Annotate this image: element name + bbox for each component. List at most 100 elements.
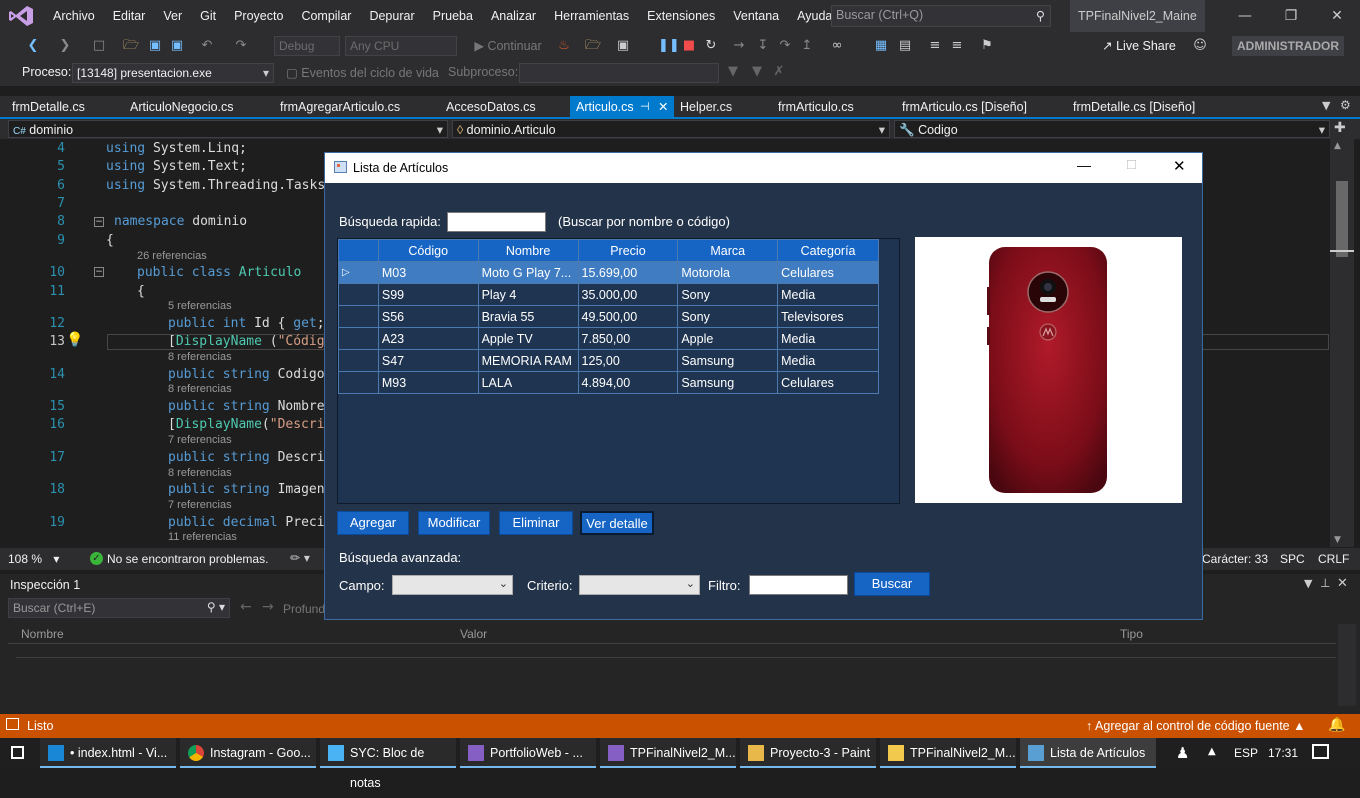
menu-item-herramientas[interactable]: Herramientas [545, 9, 638, 23]
step-into-icon[interactable]: ↧ [754, 32, 772, 60]
taskbar-item-tpfinal-2[interactable]: TPFinalNivel2_M... [880, 738, 1016, 768]
tab-list-icon[interactable]: ▼ [1322, 99, 1330, 112]
tab-frmdetalle[interactable]: frmDetalle.cs [6, 96, 91, 118]
modify-button[interactable]: Modificar [418, 511, 490, 535]
taskbar-item-vscode[interactable]: • index.html - Vi... [40, 738, 176, 768]
menu-item-depurar[interactable]: Depurar [360, 9, 423, 23]
pin-icon[interactable]: ⊣ [640, 96, 650, 118]
menu-item-proyecto[interactable]: Proyecto [225, 9, 292, 23]
save-icon[interactable]: ▣ [146, 32, 164, 60]
search-box[interactable]: Buscar (Ctrl+Q) ⚲ [831, 5, 1051, 27]
panel-menu-icon[interactable]: ▼ [1304, 577, 1312, 590]
class-dropdown[interactable]: ◊ dominio.Articulo ▾ [452, 120, 890, 138]
tray-expand-icon[interactable]: ▲ [1208, 746, 1216, 757]
column-type[interactable]: Tipo [1120, 627, 1143, 641]
notification-bell-icon[interactable]: 🔔 [1328, 717, 1345, 733]
diagnostics-icon[interactable]: ∞ [828, 32, 846, 60]
minimize-icon[interactable]: — [1222, 0, 1268, 32]
new-item-icon[interactable]: □ [90, 32, 108, 60]
form-minimize-icon[interactable]: — [1077, 157, 1091, 173]
taskbar-item-paint[interactable]: Proyecto-3 - Paint [740, 738, 876, 768]
zoom-level[interactable]: 108 % ▾ [8, 552, 59, 566]
save-all-icon[interactable]: ▣ [168, 32, 186, 60]
column-header-marca[interactable]: Marca [677, 239, 779, 262]
scroll-up-icon[interactable]: ▲ [1334, 141, 1341, 151]
restart-icon[interactable]: ↻ [702, 32, 720, 60]
back-icon[interactable]: ❮ [24, 32, 42, 60]
restore-icon[interactable]: ❐ [1268, 0, 1314, 32]
project-dropdown[interactable]: C# dominio ▾ [8, 120, 448, 138]
tab-close-icon[interactable]: ✕ [658, 96, 668, 118]
quick-search-input[interactable] [447, 212, 546, 232]
panel-close-icon[interactable]: ✕ [1337, 576, 1348, 591]
back-arrow-icon[interactable]: ← [240, 599, 252, 615]
menu-item-compilar[interactable]: Compilar [292, 9, 360, 23]
show-next-statement-icon[interactable]: → [730, 32, 748, 60]
table-row[interactable]: ▷ M03 Moto G Play 7... 15.699,00 Motorol… [338, 261, 879, 284]
browse-icon[interactable]: 🗁 [584, 32, 602, 60]
editor-scrollbar[interactable]: ▲ ▼ [1330, 139, 1354, 547]
row-selector[interactable] [338, 349, 379, 372]
stop-icon[interactable]: ■ [680, 32, 698, 60]
tab-frmarticulo-design[interactable]: frmArticulo.cs [Diseño] [896, 96, 1033, 118]
codelens-references[interactable]: 7 referencias [168, 434, 232, 446]
output-icon[interactable] [6, 718, 19, 730]
watch-panel-title[interactable]: Inspección 1 [10, 578, 80, 592]
layout-icon[interactable]: ▤ [896, 32, 914, 60]
open-folder-icon[interactable]: 🗁 [122, 32, 140, 60]
field-select[interactable]: ⌄ [392, 575, 513, 595]
delete-button[interactable]: Eliminar [499, 511, 573, 535]
column-name[interactable]: Nombre [21, 627, 64, 641]
menu-item-archivo[interactable]: Archivo [44, 9, 104, 23]
table-row[interactable]: S56 Bravia 55 49.500,00 Sony Televisores [338, 305, 879, 328]
column-header-codigo[interactable]: Código [377, 239, 479, 262]
articles-grid[interactable]: Código Nombre Precio Marca Categoría ▷ M… [337, 238, 900, 504]
tab-articulo[interactable]: Articulo.cs ⊣ ✕ [570, 96, 674, 118]
collapse-class-icon[interactable]: − [94, 267, 104, 277]
source-control-button[interactable]: ↑ Agregar al control de código fuente ▲ [1086, 719, 1305, 733]
codelens-references[interactable]: 7 referencias [168, 499, 232, 511]
taskbar-item-notepad[interactable]: SYC: Bloc de notas [320, 738, 456, 790]
code-map-icon[interactable]: ▦ [872, 32, 890, 60]
watch-scrollbar[interactable] [1338, 624, 1356, 706]
indent-icon[interactable]: ≡ [926, 32, 944, 60]
column-header-nombre[interactable]: Nombre [477, 239, 579, 262]
member-dropdown[interactable]: 🔧 Codigo ▾ [894, 120, 1330, 138]
lightbulb-icon[interactable]: 💡 [66, 332, 83, 348]
line-ending-mode[interactable]: CRLF [1318, 552, 1349, 566]
configuration-select[interactable]: Debug [274, 36, 340, 56]
column-value[interactable]: Valor [460, 627, 487, 641]
menu-item-editar[interactable]: Editar [104, 9, 155, 23]
menu-item-extensiones[interactable]: Extensiones [638, 9, 724, 23]
redo-icon[interactable]: ↷ [232, 32, 250, 60]
tab-articulonegocio[interactable]: ArticuloNegocio.cs [124, 96, 240, 118]
step-over-icon[interactable]: ↷ [776, 32, 794, 60]
action-center-icon[interactable] [1312, 744, 1329, 759]
lifecycle-events-button[interactable]: ▢ Eventos del ciclo de vida [286, 65, 439, 80]
tab-frmagregararticulo[interactable]: frmAgregarArticulo.cs [274, 96, 406, 118]
codelens-references[interactable]: 26 referencias [137, 250, 207, 262]
tab-helper[interactable]: Helper.cs [674, 96, 738, 118]
subprocess-select[interactable] [519, 63, 719, 83]
menu-item-git[interactable]: Git [191, 9, 225, 23]
codelens-references[interactable]: 8 referencias [168, 467, 232, 479]
pause-icon[interactable]: ❚❚ [658, 32, 680, 60]
scroll-down-icon[interactable]: ▼ [1334, 535, 1341, 545]
process-select[interactable]: [13148] presentacion.exe ▾ [72, 63, 274, 83]
continue-button[interactable]: ▶ Continuar [462, 32, 554, 60]
cleanup-icon[interactable]: ✏ ▾ [290, 551, 310, 565]
whitespace-mode[interactable]: SPC [1280, 552, 1305, 566]
tab-frmarticulo[interactable]: frmArticulo.cs [772, 96, 860, 118]
threads-icon[interactable]: ✗ [770, 58, 788, 86]
table-row[interactable]: S99 Play 4 35.000,00 Sony Media [338, 283, 879, 306]
codelens-references[interactable]: 11 referencias [168, 531, 237, 543]
row-selector[interactable] [338, 327, 379, 350]
menu-item-ver[interactable]: Ver [154, 9, 191, 23]
table-row[interactable]: M93 LALA 4.894,00 Samsung Celulares [338, 371, 879, 394]
taskbar-item-portfolio[interactable]: PortfolioWeb - ... [460, 738, 596, 768]
collapse-namespace-icon[interactable]: − [94, 217, 104, 227]
split-add-icon[interactable]: ✚ [1334, 120, 1346, 136]
watch-search-input[interactable]: Buscar (Ctrl+E) ⚲ ▾ [8, 598, 230, 618]
row-selector[interactable] [338, 371, 379, 394]
bookmark-icon[interactable]: ⚑ [978, 32, 996, 60]
